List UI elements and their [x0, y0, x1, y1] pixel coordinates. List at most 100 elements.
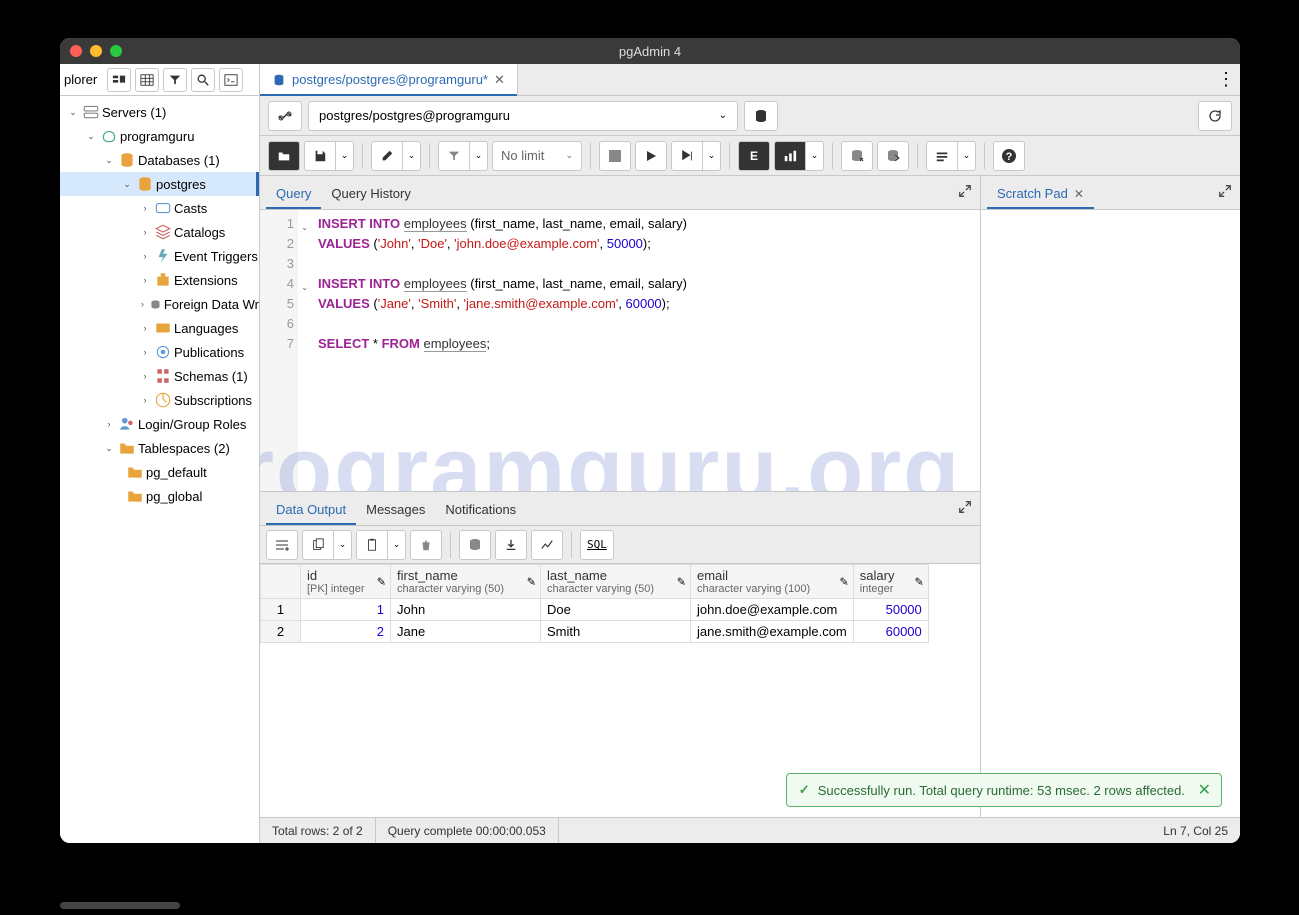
tree-ts-default[interactable]: pg_default [60, 460, 259, 484]
tree-login-roles[interactable]: ›Login/Group Roles [60, 412, 259, 436]
paste-dropdown-icon[interactable]: ⌄ [388, 530, 406, 560]
tab-messages[interactable]: Messages [356, 496, 435, 525]
macros-dropdown-icon[interactable]: ⌄ [958, 141, 976, 171]
output-pane: Data Output Messages Notifications ⌄ [260, 491, 980, 817]
tree-publications[interactable]: ›Publications [60, 340, 259, 364]
explain-analyze-icon[interactable] [774, 141, 806, 171]
close-window-icon[interactable] [70, 45, 82, 57]
delete-row-icon[interactable] [410, 530, 442, 560]
explain-dropdown-icon[interactable]: ⌄ [806, 141, 824, 171]
toast-message: Successfully run. Total query runtime: 5… [818, 783, 1185, 798]
tree-server[interactable]: ⌄programguru [60, 124, 259, 148]
tree-casts[interactable]: ›Casts [60, 196, 259, 220]
publications-icon [154, 343, 172, 361]
expand-output-icon[interactable] [958, 500, 972, 514]
connection-label: postgres/postgres@programguru [319, 108, 510, 123]
trigger-icon [154, 247, 172, 265]
scratch-pad-body[interactable] [981, 210, 1240, 817]
tree-tablespaces[interactable]: ⌄Tablespaces (2) [60, 436, 259, 460]
sql-editor[interactable]: 1⌄234⌄567 INSERT INTO employees (first_n… [260, 210, 980, 491]
copitable-icon[interactable] [302, 530, 334, 560]
graph-icon[interactable] [531, 530, 563, 560]
copy-dropdown-icon[interactable]: ⌄ [334, 530, 352, 560]
tree-languages[interactable]: ›Languages [60, 316, 259, 340]
object-explorer: plorer ⌄Servers (1) ⌄programguru ⌄Databa… [60, 64, 260, 843]
minimize-window-icon[interactable] [90, 45, 102, 57]
view-data-icon[interactable] [135, 68, 159, 92]
tab-close-icon[interactable]: ✕ [494, 72, 505, 88]
expand-scratch-icon[interactable] [1218, 184, 1232, 198]
tabs-menu-icon[interactable]: ⋮ [1212, 64, 1240, 95]
stop-icon[interactable] [599, 141, 631, 171]
explorer-toolbar: plorer [60, 64, 259, 96]
tree-servers[interactable]: ⌄Servers (1) [60, 100, 259, 124]
elephant-icon [100, 127, 118, 145]
reset-layout-icon[interactable] [1198, 101, 1232, 131]
save-dropdown-icon[interactable]: ⌄ [336, 141, 354, 171]
tab-query-history[interactable]: Query History [321, 180, 420, 209]
connection-select[interactable]: postgres/postgres@programguru ⌄ [308, 101, 738, 131]
casts-icon [154, 199, 172, 217]
execute-dropdown-icon[interactable]: ⌄ [703, 141, 721, 171]
tab-scratch-pad[interactable]: Scratch Pad ✕ [987, 180, 1094, 209]
tree-databases[interactable]: ⌄Databases (1) [60, 148, 259, 172]
expand-editor-icon[interactable] [958, 184, 972, 198]
tree-extensions[interactable]: ›Extensions [60, 268, 259, 292]
rollback-icon[interactable] [877, 141, 909, 171]
output-tabs: Data Output Messages Notifications [260, 492, 980, 526]
connection-status-icon[interactable] [268, 101, 302, 131]
output-toolbar: ⌄ ⌄ SQL [260, 526, 980, 564]
query-toolbar: ⌄ ⌄ ⌄ No limit⌄ ⌄ [260, 136, 1240, 176]
tree-schemas[interactable]: ›Schemas (1) [60, 364, 259, 388]
add-row-icon[interactable] [266, 530, 298, 560]
tree-catalogs[interactable]: ›Catalogs [60, 220, 259, 244]
save-icon[interactable] [304, 141, 336, 171]
help-icon[interactable]: ? [993, 141, 1025, 171]
tree-ts-global[interactable]: pg_global [60, 484, 259, 508]
tree-subscriptions[interactable]: ›Subscriptions [60, 388, 259, 412]
folder-icon [118, 439, 136, 457]
schemas-icon [154, 367, 172, 385]
paste-icon[interactable] [356, 530, 388, 560]
scratch-pad-panel: Scratch Pad ✕ [980, 176, 1240, 817]
edit-icon[interactable] [371, 141, 403, 171]
commit-icon[interactable] [841, 141, 873, 171]
filter-dropdown-icon[interactable]: ⌄ [470, 141, 488, 171]
filter-icon[interactable] [438, 141, 470, 171]
status-query-complete: Query complete 00:00:00.053 [376, 818, 559, 843]
tab-query[interactable]: Query [266, 180, 321, 209]
execute-cursor-icon[interactable] [671, 141, 703, 171]
psql-icon[interactable] [219, 68, 243, 92]
toast-close-icon[interactable]: ✕ [1198, 780, 1211, 800]
tab-notifications[interactable]: Notifications [435, 496, 526, 525]
close-icon[interactable]: ✕ [1074, 187, 1084, 201]
macros-icon[interactable] [926, 141, 958, 171]
maximize-window-icon[interactable] [110, 45, 122, 57]
execute-icon[interactable] [635, 141, 667, 171]
filter-rows-icon[interactable] [163, 68, 187, 92]
tree-event-triggers[interactable]: ›Event Triggers [60, 244, 259, 268]
save-data-icon[interactable] [459, 530, 491, 560]
edit-dropdown-icon[interactable]: ⌄ [403, 141, 421, 171]
object-tree[interactable]: ⌄Servers (1) ⌄programguru ⌄Databases (1)… [60, 96, 259, 843]
tree-db-postgres[interactable]: ⌄postgres [60, 172, 259, 196]
tab-data-output[interactable]: Data Output [266, 496, 356, 525]
horizontal-scrollbar[interactable] [60, 902, 180, 909]
main-panel: postgres/postgres@programguru* ✕ ⋮ postg… [260, 64, 1240, 843]
connection-bar: postgres/postgres@programguru ⌄ [260, 96, 1240, 136]
download-icon[interactable] [495, 530, 527, 560]
open-file-icon[interactable] [268, 141, 300, 171]
new-connection-icon[interactable] [744, 101, 778, 131]
database-icon [136, 175, 154, 193]
sql-button[interactable]: SQL [580, 530, 614, 560]
search-icon[interactable] [191, 68, 215, 92]
explain-icon[interactable]: E [738, 141, 770, 171]
query-tool-icon[interactable] [107, 68, 131, 92]
limit-select[interactable]: No limit⌄ [492, 141, 582, 171]
file-tab-label: postgres/postgres@programguru* [292, 72, 488, 87]
status-bar: Total rows: 2 of 2 Query complete 00:00:… [260, 817, 1240, 843]
tree-fdw[interactable]: ›Foreign Data Wr [60, 292, 259, 316]
file-tab-active[interactable]: postgres/postgres@programguru* ✕ [260, 64, 518, 95]
status-total-rows: Total rows: 2 of 2 [260, 818, 376, 843]
extensions-icon [154, 271, 172, 289]
